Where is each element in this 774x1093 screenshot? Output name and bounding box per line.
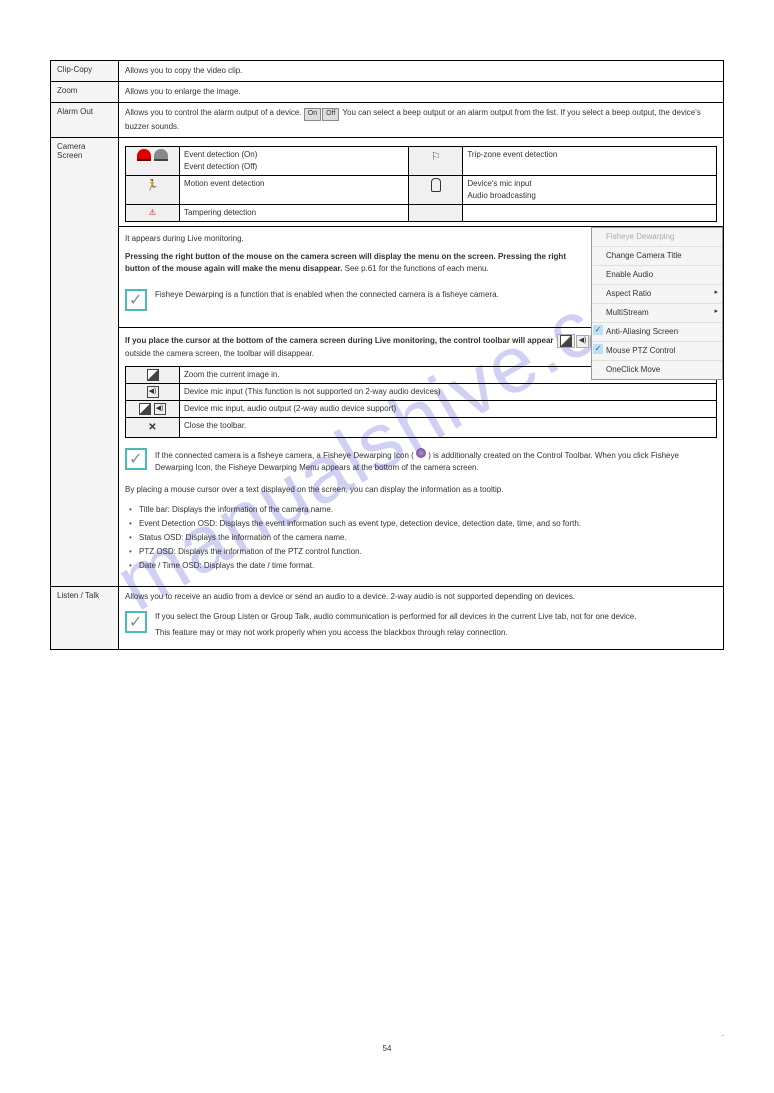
tampering-icon: ⚠ [126,204,180,221]
tooltip-paragraph: By placing a mouse cursor over a text di… [125,484,717,496]
bullet-datetime-osd: Date / Time OSD: Displays the date / tim… [129,560,717,572]
listen-talk-note2: This feature may or may not work properl… [155,627,636,639]
menu-oneclick-move[interactable]: OneClick Move [592,361,722,379]
zoom-in-icon [126,366,180,383]
page-number: 54 [0,1044,774,1053]
menu-mouse-ptz[interactable]: ✓Mouse PTZ Control [592,342,722,361]
two-way-audio-icon: ◀) [126,401,180,418]
context-menu[interactable]: Fisheye Dewarping Change Camera Title En… [591,227,723,380]
row-label-zoom: Zoom [51,82,119,103]
bullet-ptz-osd: PTZ OSD: Displays the information of the… [129,546,717,558]
on-button[interactable]: On [304,108,321,121]
audio-broadcast-text: Audio broadcasting [467,191,536,200]
row-content-alarm-out: Allows you to control the alarm output o… [119,103,724,138]
bullet-status-osd: Status OSD: Displays the information of … [129,532,717,544]
menu-change-camera-title[interactable]: Change Camera Title [592,247,722,266]
note-check-icon [125,289,147,311]
close-toolbar-icon: ✕ [126,418,180,438]
bullet-event-osd: Event Detection OSD: Displays the event … [129,518,717,530]
toolbar-zoom-icon[interactable] [557,334,575,348]
menu-multistream[interactable]: MultiStream [592,304,722,323]
off-button[interactable]: Off [322,108,339,121]
fisheye-dewarp-icon [416,448,426,458]
menu-anti-aliasing[interactable]: ✓Anti-Aliasing Screen [592,323,722,342]
toolbar-text-a: If you place the cursor at the bottom of… [125,335,556,344]
trip-zone-text: Trip-zone event detection [463,146,717,175]
motion-icon: 🏃 [126,175,180,204]
event-on-text: Event detection (On) [184,150,257,159]
listen-talk-note1: If you select the Group Listen or Group … [155,611,636,623]
menu-enable-audio[interactable]: Enable Audio [592,266,722,285]
row-label-camera-screen: Camera Screen [51,137,119,587]
mic-input-row-text: Device mic input (This function is not s… [180,383,717,400]
feature-table: Clip-Copy Allows you to copy the video c… [50,60,724,650]
motion-text: Motion event detection [180,175,409,204]
toolbar-audio-icon[interactable]: ◀) [576,335,590,348]
footer-period: . [722,1029,724,1038]
mic-input-icon: ◀) [126,383,180,400]
mic-input-text: Device's mic input [467,179,531,188]
menu-aspect-ratio[interactable]: Aspect Ratio [592,285,722,304]
trip-zone-icon: ⚐ [409,146,463,175]
camera-screen-p1: It appears during Live monitoring. [125,233,577,245]
bullet-title-bar: Title bar: Displays the information of t… [129,504,717,516]
row-content-zoom: Allows you to enlarge the image. [119,82,724,103]
osd-bullet-list: Title bar: Displays the information of t… [125,504,717,572]
fisheye-toolbar-note-a: If the connected camera is a fisheye cam… [155,451,414,460]
camera-screen-p2b: See p.61 for the functions of each menu. [345,264,489,273]
row-content-clip-copy: Allows you to copy the video clip. [119,61,724,82]
mic-icon [409,175,463,204]
row-label-listen-talk: Listen / Talk [51,587,119,650]
note-check-icon-2 [125,448,147,470]
tampering-text: Tampering detection [180,204,409,221]
row-label-alarm-out: Alarm Out [51,103,119,138]
row-label-clip-copy: Clip-Copy [51,61,119,82]
listen-talk-text: Allows you to receive an audio from a de… [125,591,717,603]
alarm-out-text-before: Allows you to control the alarm output o… [125,108,304,117]
fisheye-note: Fisheye Dewarping is a function that is … [155,289,499,301]
two-way-audio-text: Device mic input, audio output (2-way au… [180,401,717,418]
event-off-text: Event detection (Off) [184,162,257,171]
dome-red-gray-icon [126,146,180,175]
menu-fisheye-dewarping[interactable]: Fisheye Dewarping [592,228,722,247]
event-icon-table: Event detection (On) Event detection (Of… [125,146,717,222]
note-check-icon-3 [125,611,147,633]
close-toolbar-text: Close the toolbar. [180,418,717,438]
